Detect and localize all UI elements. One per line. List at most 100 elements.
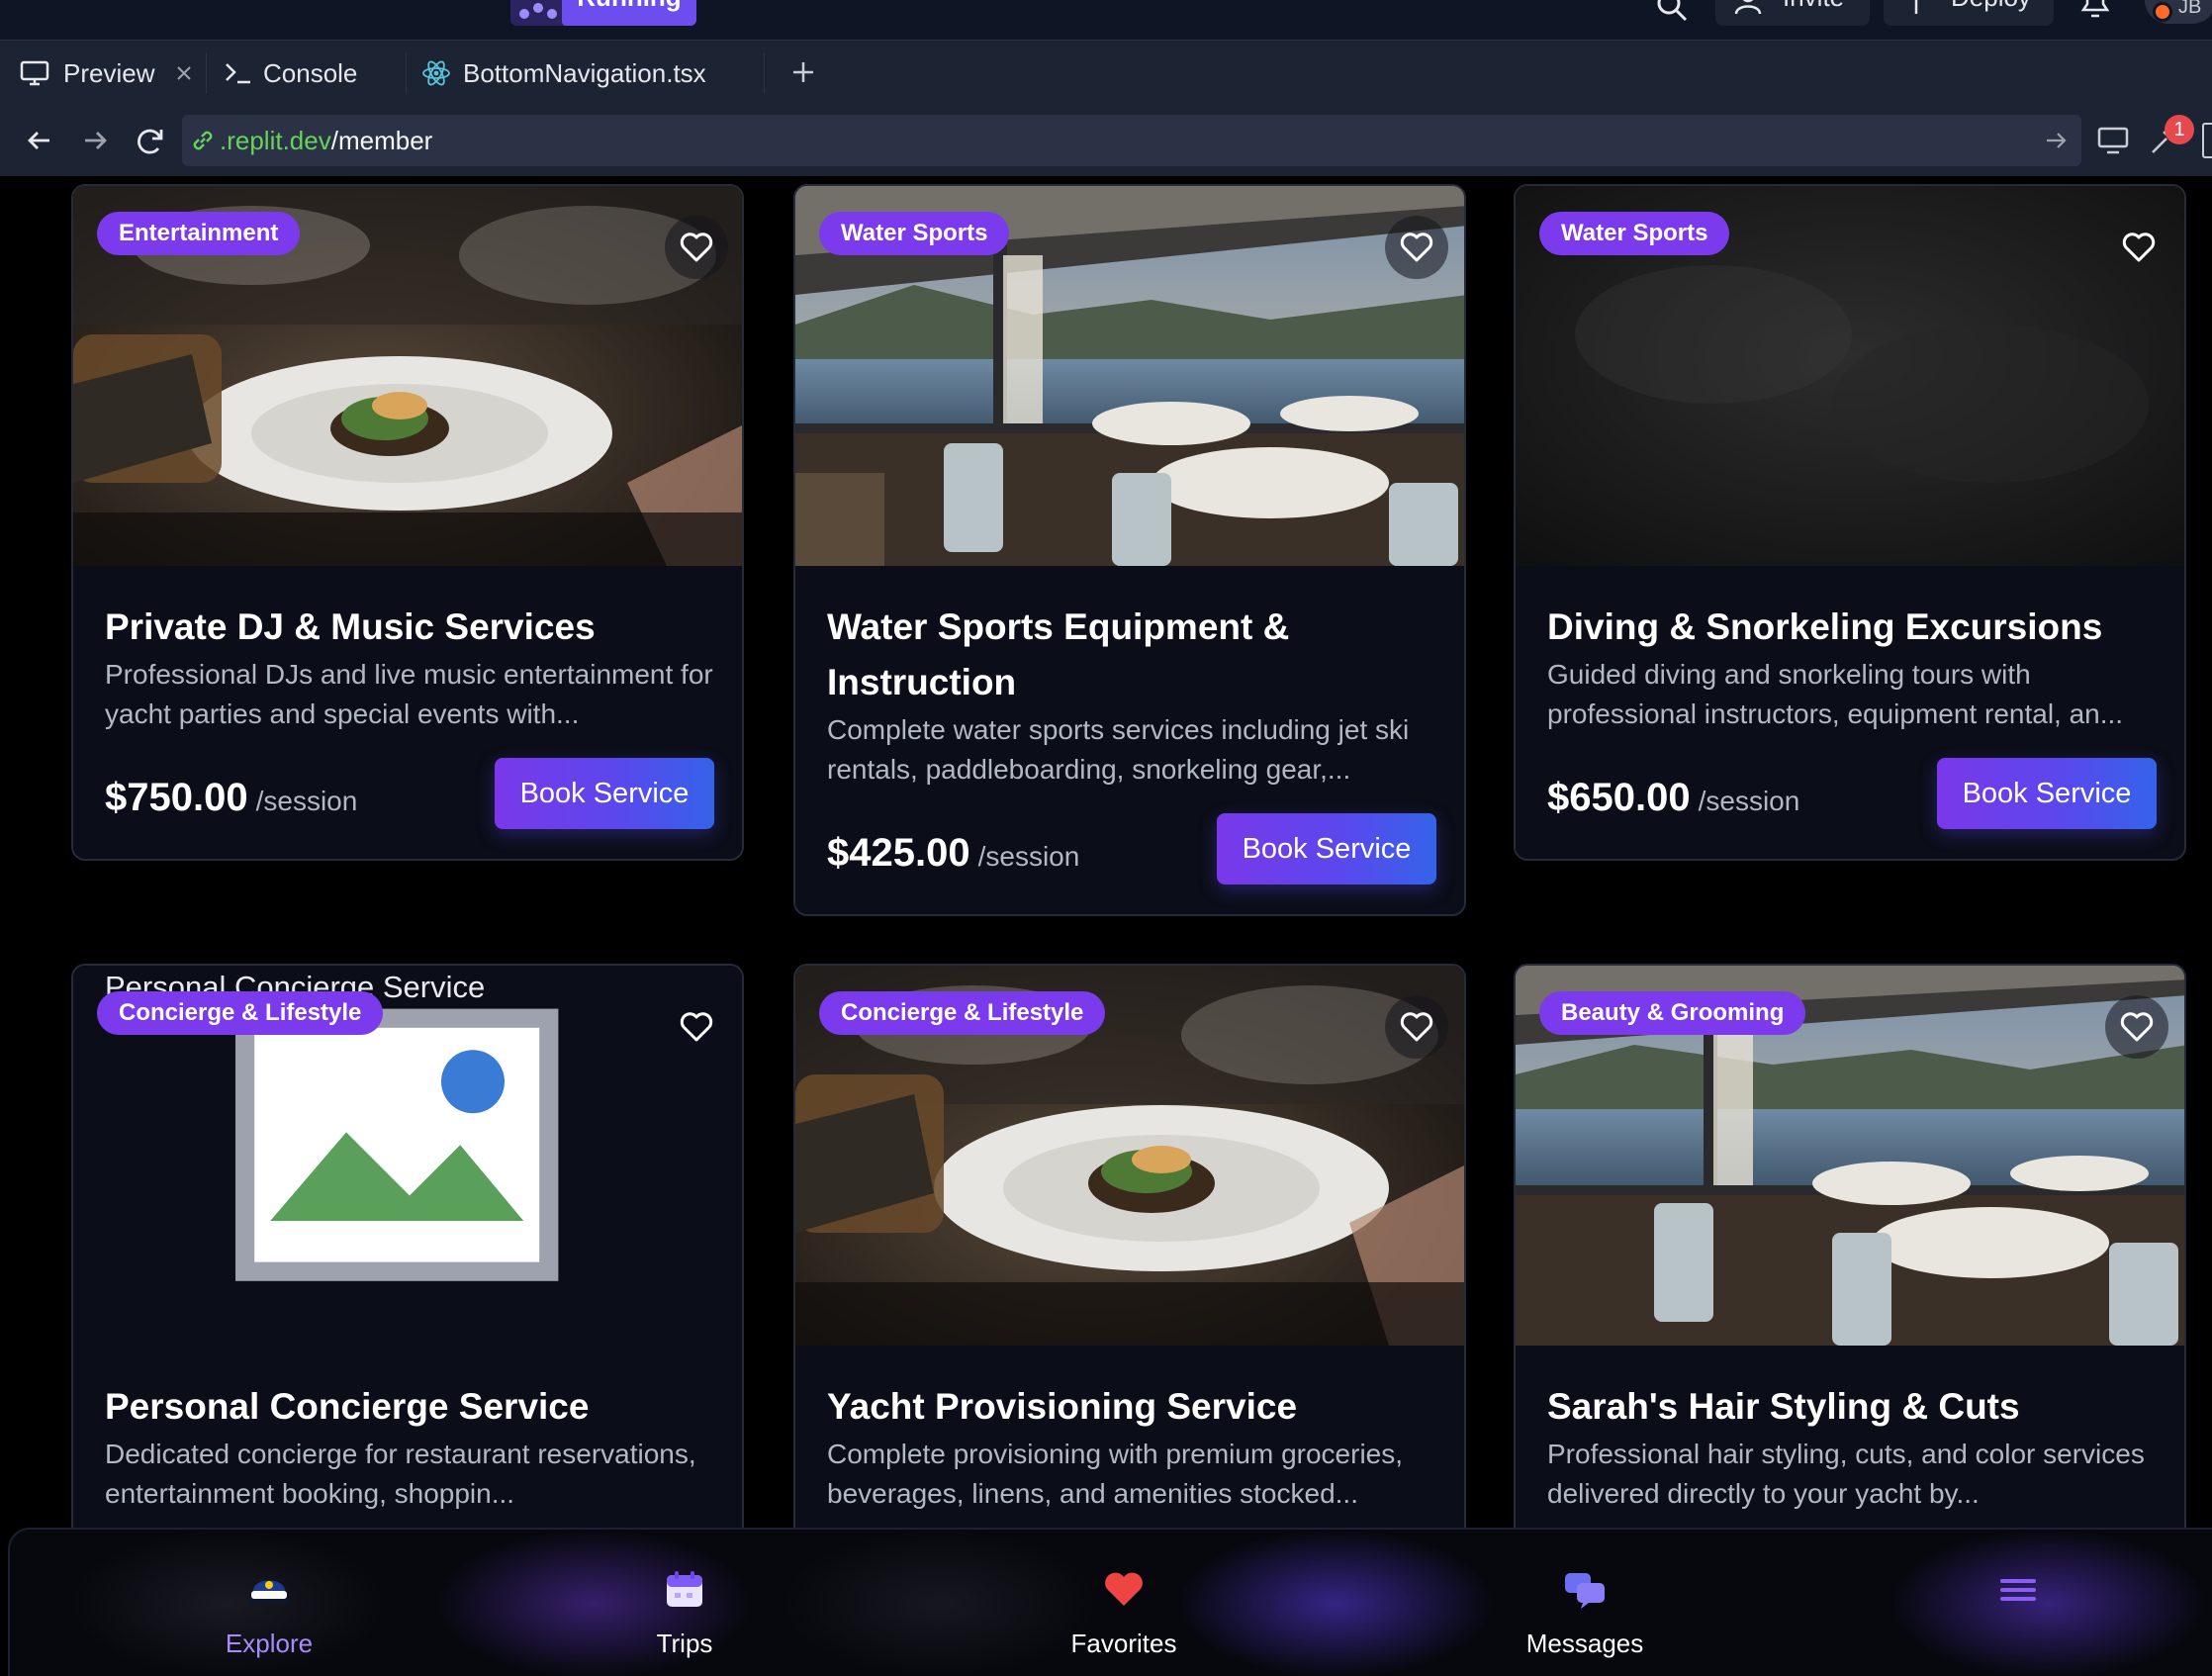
run-status-label: Running <box>562 0 696 26</box>
nav-messages[interactable]: Messages <box>1486 1530 1684 1676</box>
tab-divider <box>764 52 765 94</box>
search-icon[interactable] <box>1654 0 1690 24</box>
service-card[interactable]: Water Sports Water Sports Equipment & In… <box>793 184 1466 916</box>
tab-console-label: Console <box>263 58 358 88</box>
price-value: $750.00 <box>105 776 248 819</box>
ide-top-bar: Running Invite Deploy JB <box>0 0 2212 40</box>
run-status-pill[interactable]: Running <box>510 0 696 26</box>
nav-messages-label: Messages <box>1525 1629 1644 1658</box>
heart-outline-icon <box>680 233 713 262</box>
devices-icon[interactable] <box>2095 123 2131 158</box>
avatar-initials: JB <box>2178 0 2202 18</box>
tab-bottomnavigation[interactable]: BottomNavigation.tsx <box>408 41 764 106</box>
tab-divider <box>206 52 207 94</box>
deploy-icon <box>1914 0 1918 14</box>
service-title: Water Sports Equipment & Instruction <box>827 606 1290 702</box>
service-description: Professional DJs and live music entertai… <box>105 659 713 729</box>
services-grid: Entertainment Private DJ & Music Service… <box>0 176 2212 1676</box>
terminal-icon <box>226 63 250 84</box>
nav-trips-label: Trips <box>656 1629 713 1658</box>
link-icon <box>193 131 213 150</box>
nav-trips[interactable]: Trips <box>586 1530 783 1676</box>
invite-button[interactable]: Invite <box>1715 0 1870 26</box>
heart-outline-icon <box>680 1012 713 1042</box>
deploy-button[interactable]: Deploy <box>1884 0 2054 26</box>
deploy-label: Deploy <box>1951 0 2031 12</box>
price-value: $425.00 <box>827 831 970 875</box>
service-price: $750.00/session <box>105 776 357 820</box>
nav-glow <box>1177 1530 1494 1676</box>
service-price: $425.00/session <box>827 831 1079 876</box>
bottom-navigation: Explore Trips Favorites Messages <box>8 1528 2212 1676</box>
favorite-button[interactable] <box>1385 995 1448 1059</box>
service-description: Guided diving and snorkeling tours with … <box>1547 659 2124 729</box>
service-card[interactable]: Entertainment Private DJ & Music Service… <box>71 184 744 861</box>
price-unit: /session <box>255 786 358 816</box>
category-badge: Concierge & Lifestyle <box>819 991 1106 1035</box>
price-value: $650.00 <box>1547 776 1691 819</box>
replit-agent-icon <box>519 3 557 19</box>
book-service-button[interactable]: Book Service <box>495 758 714 829</box>
nav-favorites[interactable]: Favorites <box>1025 1530 1223 1676</box>
heart-outline-icon <box>1400 233 1433 262</box>
url-host: .replit.dev <box>220 126 331 155</box>
price-unit: /session <box>977 841 1080 872</box>
nav-menu[interactable] <box>1919 1530 2117 1676</box>
service-title: Diving & Snorkeling Excursions <box>1547 606 2103 647</box>
category-badge: Water Sports <box>819 212 1010 255</box>
forward-arrow-icon[interactable] <box>79 125 111 156</box>
favorite-button[interactable] <box>2107 216 2170 279</box>
reload-icon[interactable] <box>135 125 166 156</box>
arrow-right-icon[interactable] <box>2044 129 2068 152</box>
price-unit: /session <box>1698 786 1800 816</box>
react-icon <box>422 60 450 86</box>
invite-label: Invite <box>1783 0 1844 12</box>
browser-url-row: .replit.dev/member <box>0 105 2212 176</box>
url-path: /member <box>330 126 433 155</box>
nav-explore[interactable]: Explore <box>170 1530 368 1676</box>
tab-preview[interactable]: Preview <box>0 41 204 106</box>
avatar-status-dot <box>2153 2 2172 22</box>
monitor-icon <box>20 60 49 86</box>
favorite-button[interactable] <box>2105 995 2168 1059</box>
service-description: Complete provisioning with premium groce… <box>827 1439 1404 1509</box>
service-title: Private DJ & Music Services <box>105 606 596 647</box>
service-title: Yacht Provisioning Service <box>827 1386 1298 1427</box>
service-price: $650.00/session <box>1547 776 1799 820</box>
category-badge: Water Sports <box>1539 212 1730 255</box>
tab-divider <box>406 52 407 94</box>
service-title: Sarah's Hair Styling & Cuts <box>1547 1386 2020 1427</box>
category-badge: Beauty & Grooming <box>1539 991 1806 1035</box>
sidebar-toggle-icon[interactable] <box>2202 123 2212 158</box>
service-description: Dedicated concierge for restaurant reser… <box>105 1439 696 1509</box>
tab-file-label: BottomNavigation.tsx <box>463 58 706 88</box>
nav-explore-label: Explore <box>225 1629 314 1658</box>
bell-icon[interactable] <box>2075 0 2115 22</box>
service-card[interactable]: Water Sports Diving & Snorkeling Excursi… <box>1514 184 2186 861</box>
calendar-icon <box>667 1571 702 1607</box>
captain-hat-icon <box>249 1580 289 1604</box>
tab-bar: Preview Console BottomNavigation.tsx <box>0 40 2212 106</box>
heart-outline-icon <box>2120 1012 2154 1042</box>
plus-icon[interactable] <box>783 52 823 92</box>
book-service-button[interactable]: Book Service <box>1937 758 2157 829</box>
back-arrow-icon[interactable] <box>24 125 55 156</box>
tab-console[interactable]: Console <box>208 41 406 106</box>
close-icon[interactable] <box>176 65 192 81</box>
heart-outline-icon <box>1400 1012 1433 1042</box>
user-icon <box>1734 0 1762 15</box>
notification-badge: 1 <box>2165 115 2194 144</box>
book-service-button[interactable]: Book Service <box>1217 813 1436 885</box>
url-input[interactable]: .replit.dev/member <box>182 115 2081 166</box>
favorite-button[interactable] <box>665 216 728 279</box>
service-title: Personal Concierge Service <box>105 1386 590 1427</box>
favorite-button[interactable] <box>665 995 728 1059</box>
chat-bubbles-icon <box>1565 1573 1605 1609</box>
avatar[interactable]: JB <box>2145 0 2212 24</box>
category-badge: Concierge & Lifestyle <box>97 991 384 1035</box>
favorite-button[interactable] <box>1385 216 1448 279</box>
service-description: Professional hair styling, cuts, and col… <box>1547 1439 2145 1509</box>
service-description: Complete water sports services including… <box>827 714 1410 785</box>
heart-outline-icon <box>2122 233 2156 262</box>
heart-icon <box>1105 1572 1143 1606</box>
